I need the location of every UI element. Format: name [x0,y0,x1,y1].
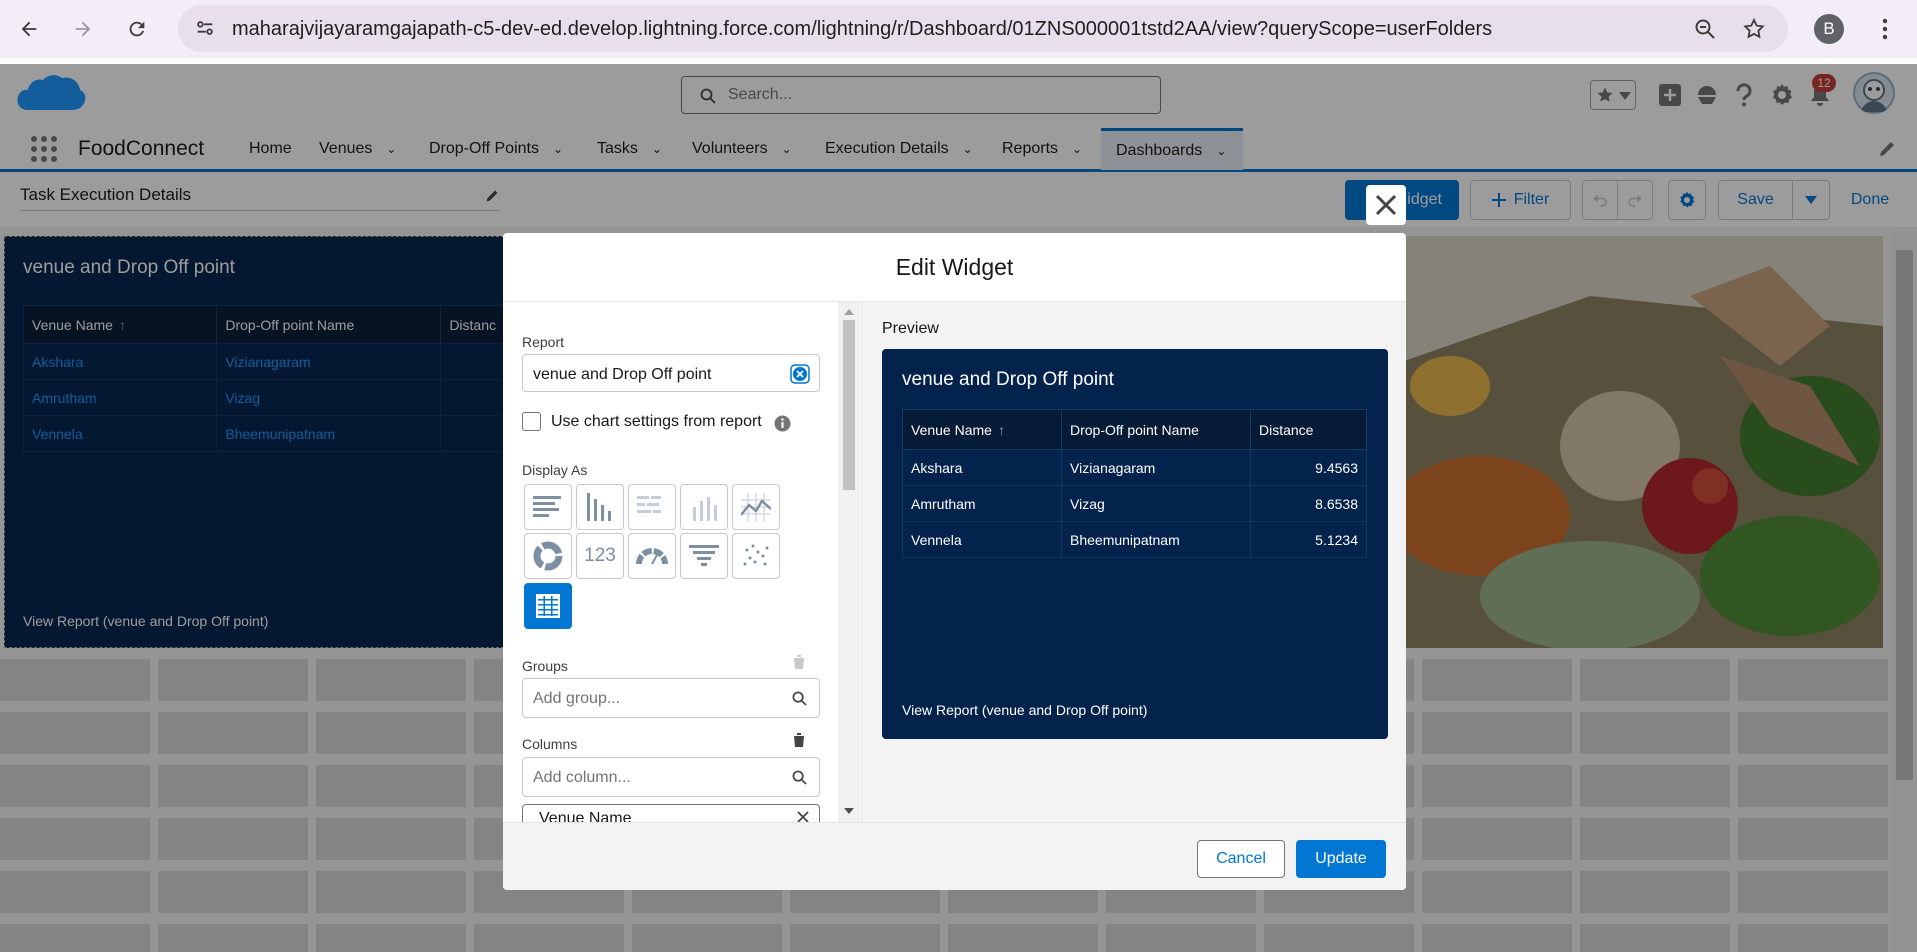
column-header[interactable]: Drop-Off point Name [1061,409,1251,450]
address-bar[interactable]: maharajvijayaramgajapath-c5-dev-ed.devel… [178,5,1788,52]
profile-avatar[interactable]: B [1814,14,1844,44]
metric-chart-icon[interactable]: 123 [576,533,624,579]
display-as-label: Display As [522,462,588,478]
widget-settings-panel: Report venue and Drop Off point Use char… [503,302,861,822]
preview-widget-title: venue and Drop Off point [902,369,1114,390]
table-cell: Vizag [1061,485,1251,522]
remove-column-icon[interactable] [797,811,809,822]
table-cell: Vizianagaram [1061,449,1251,486]
report-label: Report [522,334,565,350]
table-cell: Amrutham [902,485,1062,522]
cancel-button[interactable]: Cancel [1197,840,1285,878]
preview-widget: venue and Drop Off point Venue Name ↑ Dro… [882,349,1388,739]
back-icon[interactable] [14,14,44,44]
preview-view-report-link: View Report (venue and Drop Off point) [902,702,1148,718]
edit-widget-modal: Edit Widget Report venue and Drop Off po… [503,233,1406,890]
settings-scrollbar-thumb[interactable] [843,320,855,490]
clear-selection-icon[interactable] [790,364,810,384]
report-value: venue and Drop Off point [533,366,712,383]
browser-menu-icon[interactable] [1870,14,1900,44]
table-cell: Vennela [902,521,1062,558]
preview-label: Preview [882,320,939,337]
bookmark-star-icon[interactable] [1742,17,1766,41]
scroll-up-arrow-icon[interactable] [844,309,854,315]
close-icon [1375,194,1397,216]
report-field[interactable]: venue and Drop Off point [522,354,820,392]
modal-footer: Cancel Update [503,822,1406,890]
site-info-icon[interactable] [194,17,216,39]
sort-arrow-icon: ↑ [997,421,1005,438]
scroll-down-arrow-icon[interactable] [844,808,854,814]
horizontal-bar-chart-icon[interactable] [524,484,572,530]
scatter-chart-icon[interactable] [732,533,780,579]
columns-label: Columns [522,736,578,752]
modal-title: Edit Widget [503,233,1406,302]
reload-icon[interactable] [122,14,152,44]
add-group-input[interactable]: Add group... [522,678,820,718]
add-column-input[interactable]: Add column... [522,757,820,797]
delete-columns-icon[interactable] [792,732,806,748]
preview-table: Venue Name ↑ Drop-Off point Name Distance… [902,409,1367,558]
funnel-chart-icon[interactable] [680,533,728,579]
preview-panel: Preview venue and Drop Off point Venue N… [861,302,1406,822]
table-cell: Bheemunipatnam [1061,521,1251,558]
line-chart-icon[interactable] [732,484,780,530]
groups-label: Groups [522,658,568,674]
vertical-bar-chart-icon[interactable] [576,484,624,530]
add-group-placeholder: Add group... [533,690,621,707]
table-cell: 8.6538 [1250,485,1367,522]
close-modal-button[interactable] [1366,185,1406,225]
gauge-chart-icon[interactable] [628,533,676,579]
use-chart-settings-checkbox[interactable] [522,412,541,431]
delete-groups-icon[interactable] [792,654,806,670]
column-header-label: Venue Name [911,421,992,438]
column-header[interactable]: Distance [1250,409,1367,450]
column-header[interactable]: Venue Name ↑ [902,409,1062,450]
table-cell: Akshara [902,449,1062,486]
browser-toolbar: maharajvijayaramgajapath-c5-dev-ed.devel… [0,0,1917,58]
table-cell: 9.4563 [1250,449,1367,486]
stacked-vertical-bar-chart-icon[interactable] [680,484,728,530]
column-chip-label: Venue Name [539,810,632,822]
column-chip[interactable]: Venue Name [522,804,820,822]
use-chart-settings-label: Use chart settings from report [551,413,762,430]
info-icon[interactable] [774,415,791,432]
add-column-placeholder: Add column... [533,769,631,786]
zoom-icon[interactable] [1693,17,1717,41]
stacked-horizontal-bar-chart-icon[interactable] [628,484,676,530]
search-icon [792,770,807,785]
url-text: maharajvijayaramgajapath-c5-dev-ed.devel… [232,18,1493,40]
donut-chart-icon[interactable] [524,533,572,579]
lightning-table-icon[interactable] [524,583,572,629]
update-button[interactable]: Update [1296,840,1386,878]
forward-icon[interactable] [68,14,98,44]
search-icon [792,691,807,706]
table-cell: 5.1234 [1250,521,1367,558]
